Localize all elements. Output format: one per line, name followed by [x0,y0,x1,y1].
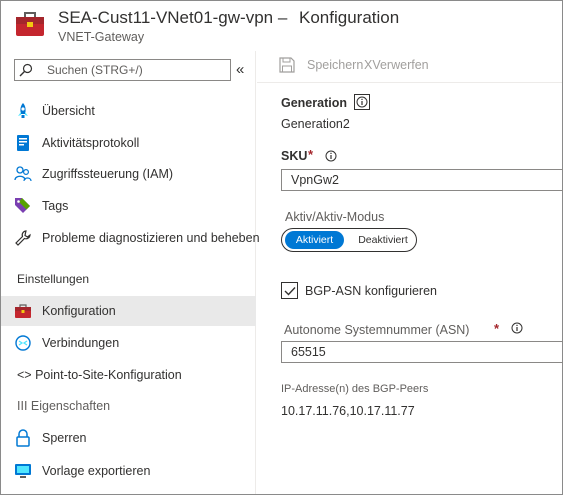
generation-label: Generation [281,96,347,110]
bgp-peers-label: IP-Adresse(n) des BGP-Peers [281,383,429,395]
toggle-option-enabled[interactable]: Aktiviert [285,231,344,249]
save-label: Speichern [307,58,364,72]
connections-icon [15,335,31,351]
resource-menu: Suchen (STRG+/) « Übersicht Aktivitätspr… [1,51,260,494]
sidebar-item-activity-log[interactable]: Aktivitätsprotokoll [1,128,256,158]
sku-label: SKU [281,149,308,163]
sidebar-item-configuration[interactable]: Konfiguration [1,296,256,326]
sidebar-item-label: Vorlage exportieren [42,464,151,478]
sku-selected-value: VpnGw2 [291,173,339,187]
sidebar-item-label: Probleme diagnostizieren und beheben [42,231,260,245]
sidebar-item-connections[interactable]: Verbindungen [1,328,256,358]
section-header-settings: Einstellungen [17,272,90,286]
portal-window: SEA-Cust11-VNet01-gw-vpn – Konfiguration… [0,0,563,495]
sidebar-item-properties[interactable]: III Eigenschaften [1,391,256,421]
resource-type-subtitle: VNET-Gateway [58,30,145,44]
active-mode-label: Aktiv/Aktiv-Modus [285,210,385,224]
export-icon [15,464,31,478]
bgp-asn-checkbox-label[interactable]: BGP-ASN konfigurieren [305,284,437,298]
discard-button[interactable]: XVerwerfen [364,58,429,72]
sku-info-icon[interactable] [325,150,337,162]
asn-input[interactable]: 65515 [281,341,563,363]
save-icon [279,57,295,73]
blade-header: SEA-Cust11-VNet01-gw-vpn – Konfiguration… [1,1,562,51]
sidebar-item-label: Konfiguration [42,304,116,318]
blade-title: Konfiguration [299,8,400,27]
asn-value: 65515 [291,345,326,359]
generation-info-icon[interactable] [354,94,370,110]
sidebar-item-overview[interactable]: Übersicht [1,96,256,126]
generation-value: Generation2 [281,117,350,131]
wrench-icon [15,230,31,246]
log-icon [17,135,29,151]
command-bar: Speichern XVerwerfen [257,51,562,83]
sidebar-item-diagnose[interactable]: Probleme diagnostizieren und beheben [1,223,260,253]
sidebar-item-label: <> Point-to-Site-Konfiguration [17,368,182,382]
active-active-toggle[interactable]: Aktiviert Deaktiviert [281,228,417,252]
sidebar-item-label: Sperren [42,431,87,445]
search-icon [19,63,33,77]
sidebar-item-label: Zugriffssteuerung (IAM) [42,167,174,181]
sidebar-item-export-template[interactable]: Vorlage exportieren [1,456,256,486]
sidebar-item-iam[interactable]: Zugriffssteuerung (IAM) [1,159,256,189]
checkmark-icon [284,287,296,296]
bgp-peers-value: 10.17.11.76,10.17.11.77 [281,404,415,418]
search-placeholder: Suchen (STRG+/) [47,63,143,77]
sku-required-marker: * [308,147,314,162]
sidebar-item-label: Aktivitätsprotokoll [42,136,140,150]
sidebar-item-locks[interactable]: Sperren [1,423,256,453]
asn-info-icon[interactable] [511,322,523,334]
vnet-gateway-icon [16,12,44,36]
sidebar-item-label: Übersicht [42,104,95,118]
resource-title: SEA-Cust11-VNet01-gw-vpn – [58,8,288,27]
sidebar-item-label: Tags [42,199,69,213]
toolbox-icon [15,304,31,318]
people-icon [14,166,32,182]
sidebar-item-point-to-site[interactable]: <> Point-to-Site-Konfiguration [1,360,256,390]
rocket-icon [18,103,28,118]
bgp-asn-checkbox[interactable] [281,282,298,299]
toggle-option-disabled[interactable]: Deaktiviert [352,231,414,249]
asn-required-marker: * [494,321,500,336]
tag-icon [15,198,30,213]
lock-icon [16,429,30,447]
sidebar-item-label: III Eigenschaften [17,399,111,413]
sku-dropdown[interactable]: VpnGw2 [281,169,563,191]
search-input[interactable]: Suchen (STRG+/) [14,59,231,81]
configuration-blade: Speichern XVerwerfen Generation Generati… [257,51,563,494]
sidebar-item-tags[interactable]: Tags [1,191,256,221]
collapse-menu-button[interactable]: « [236,61,244,78]
asn-label: Autonome Systemnummer (ASN) [284,323,470,337]
sidebar-item-label: Verbindungen [42,336,120,350]
